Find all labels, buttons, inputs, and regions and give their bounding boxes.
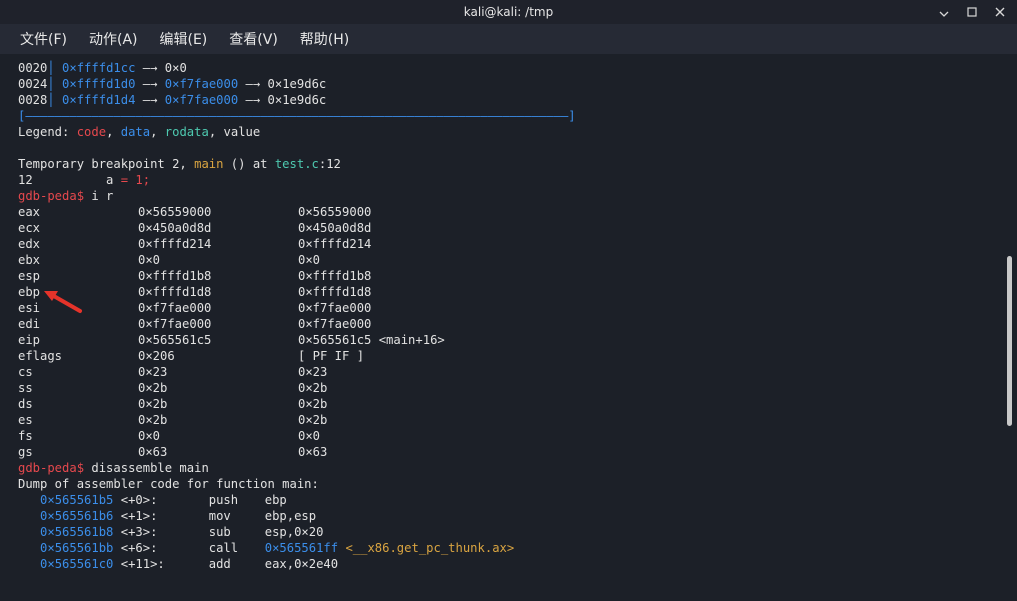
register-row: esi 0×f7fae000 0×f7fae000: [18, 300, 1003, 316]
register-value: 0×0: [298, 429, 321, 443]
register-value: 0×ffffd1b8: [298, 269, 372, 283]
command-line: gdb-peda$ i r: [18, 189, 114, 203]
breakpoint-line: Temporary breakpoint 2, main () at test.…: [18, 157, 341, 171]
register-row: eax 0×56559000 0×56559000: [18, 204, 1003, 220]
register-value: 0×450a0d8d: [298, 221, 372, 235]
register-value: 0×f7fae000: [298, 301, 372, 315]
asm-line: 0×565561bb <+6>: call 0×565561ff <__x86.ge…: [40, 541, 515, 555]
asm-line: 0×565561b8 <+3>: sub esp,0×20: [40, 525, 324, 539]
register-value: 0×ffffd1d8: [298, 285, 372, 299]
register-row: es 0×2b 0×2b: [18, 412, 1003, 428]
register-name: ds: [18, 397, 33, 411]
register-hex: 0×0: [138, 429, 161, 443]
register-hex: 0×2b: [138, 397, 168, 411]
register-hex: 0×450a0d8d: [138, 221, 212, 235]
register-hex: 0×0: [138, 253, 161, 267]
register-row: cs 0×23 0×23: [18, 364, 1003, 380]
register-row: eip 0×565561c5 0×565561c5 <main+16>: [18, 332, 1003, 348]
register-hex: 0×f7fae000: [138, 301, 212, 315]
register-value: 0×23: [298, 365, 328, 379]
register-hex: 0×ffffd1b8: [138, 269, 212, 283]
register-value: 0×ffffd214: [298, 237, 372, 251]
register-row: edi 0×f7fae000 0×f7fae000: [18, 316, 1003, 332]
menu-view[interactable]: 查看(V): [221, 25, 286, 53]
asm-line: 0×565561b6 <+1>: mov ebp,esp: [40, 509, 317, 523]
menu-action[interactable]: 动作(A): [81, 25, 146, 53]
register-value: 0×2b: [298, 381, 328, 395]
register-row: esp 0×ffffd1b8 0×ffffd1b8: [18, 268, 1003, 284]
register-extra: <main+16>: [371, 333, 445, 347]
register-hex: 0×23: [138, 365, 168, 379]
menu-edit[interactable]: 编辑(E): [152, 25, 216, 53]
window-controls: [937, 0, 1007, 24]
title-bar: kali@kali: /tmp: [0, 0, 1017, 24]
register-name: ecx: [18, 221, 41, 235]
minimize-icon[interactable]: [937, 5, 951, 19]
register-row: edx 0×ffffd214 0×ffffd214: [18, 236, 1003, 252]
register-hex: 0×f7fae000: [138, 317, 212, 331]
register-row: ecx 0×450a0d8d 0×450a0d8d: [18, 220, 1003, 236]
register-name: gs: [18, 445, 33, 459]
asm-line: 0×565561c0 <+11>: add eax,0×2e40: [40, 557, 339, 571]
register-name: es: [18, 413, 33, 427]
scrollbar[interactable]: [1003, 54, 1017, 601]
register-row: ds 0×2b 0×2b: [18, 396, 1003, 412]
register-name: fs: [18, 429, 33, 443]
legend-line: Legend: code, data, rodata, value: [18, 125, 261, 139]
register-name: cs: [18, 365, 33, 379]
register-hex: 0×2b: [138, 381, 168, 395]
register-value: 0×0: [298, 253, 321, 267]
register-name: ss: [18, 381, 33, 395]
stack-line: 0024│ 0×ffffd1d0 —→ 0×f7fae000 —→ 0×1e9d…: [18, 77, 327, 91]
close-icon[interactable]: [993, 5, 1007, 19]
register-hex: 0×565561c5: [138, 333, 212, 347]
register-hex: 0×63: [138, 445, 168, 459]
register-row: ebp 0×ffffd1d8 0×ffffd1d8: [18, 284, 1003, 300]
section-divider: [———————————————————————————————————————…: [18, 109, 576, 123]
register-name: esp: [18, 269, 41, 283]
register-row: ebx 0×0 0×0: [18, 252, 1003, 268]
register-name: eax: [18, 205, 41, 219]
menu-file[interactable]: 文件(F): [12, 25, 75, 53]
register-name: ebx: [18, 253, 41, 267]
terminal-window: kali@kali: /tmp 文件(F) 动作(A) 编辑(E) 查看(V) …: [0, 0, 1017, 601]
register-value: 0×2b: [298, 397, 328, 411]
register-value: 0×f7fae000: [298, 317, 372, 331]
register-value: 0×56559000: [298, 205, 372, 219]
register-hex: 0×ffffd214: [138, 237, 212, 251]
menu-bar: 文件(F) 动作(A) 编辑(E) 查看(V) 帮助(H): [0, 24, 1017, 54]
window-title: kali@kali: /tmp: [463, 5, 554, 19]
register-name: edx: [18, 237, 41, 251]
register-row: ss 0×2b 0×2b: [18, 380, 1003, 396]
register-name: eflags: [18, 349, 63, 363]
command-line: gdb-peda$ disassemble main: [18, 461, 209, 475]
register-name: eip: [18, 333, 41, 347]
register-hex: 0×56559000: [138, 205, 212, 219]
register-hex: 0×2b: [138, 413, 168, 427]
register-row: fs 0×0 0×0: [18, 428, 1003, 444]
register-row: eflags 0×206 [ PF IF ]: [18, 348, 1003, 364]
terminal-output[interactable]: 0020│ 0×ffffd1cc —→ 0×0 0024│ 0×ffffd1d0…: [0, 54, 1003, 601]
dump-header: Dump of assembler code for function main…: [18, 477, 319, 491]
register-value: [ PF IF ]: [298, 349, 365, 363]
source-line: 12 a = 1;: [18, 173, 151, 187]
maximize-icon[interactable]: [965, 5, 979, 19]
red-arrow-annotation: [40, 287, 84, 321]
register-row: gs 0×63 0×63: [18, 444, 1003, 460]
register-value: 0×565561c5: [298, 333, 372, 347]
scroll-thumb[interactable]: [1007, 256, 1012, 426]
register-hex: 0×206: [138, 349, 175, 363]
stack-line: 0020│ 0×ffffd1cc —→ 0×0: [18, 61, 187, 75]
menu-help[interactable]: 帮助(H): [292, 25, 357, 53]
asm-line: 0×565561b5 <+0>: push ebp: [40, 493, 287, 507]
stack-line: 0028│ 0×ffffd1d4 —→ 0×f7fae000 —→ 0×1e9d…: [18, 93, 327, 107]
register-value: 0×2b: [298, 413, 328, 427]
register-value: 0×63: [298, 445, 328, 459]
register-hex: 0×ffffd1d8: [138, 285, 212, 299]
